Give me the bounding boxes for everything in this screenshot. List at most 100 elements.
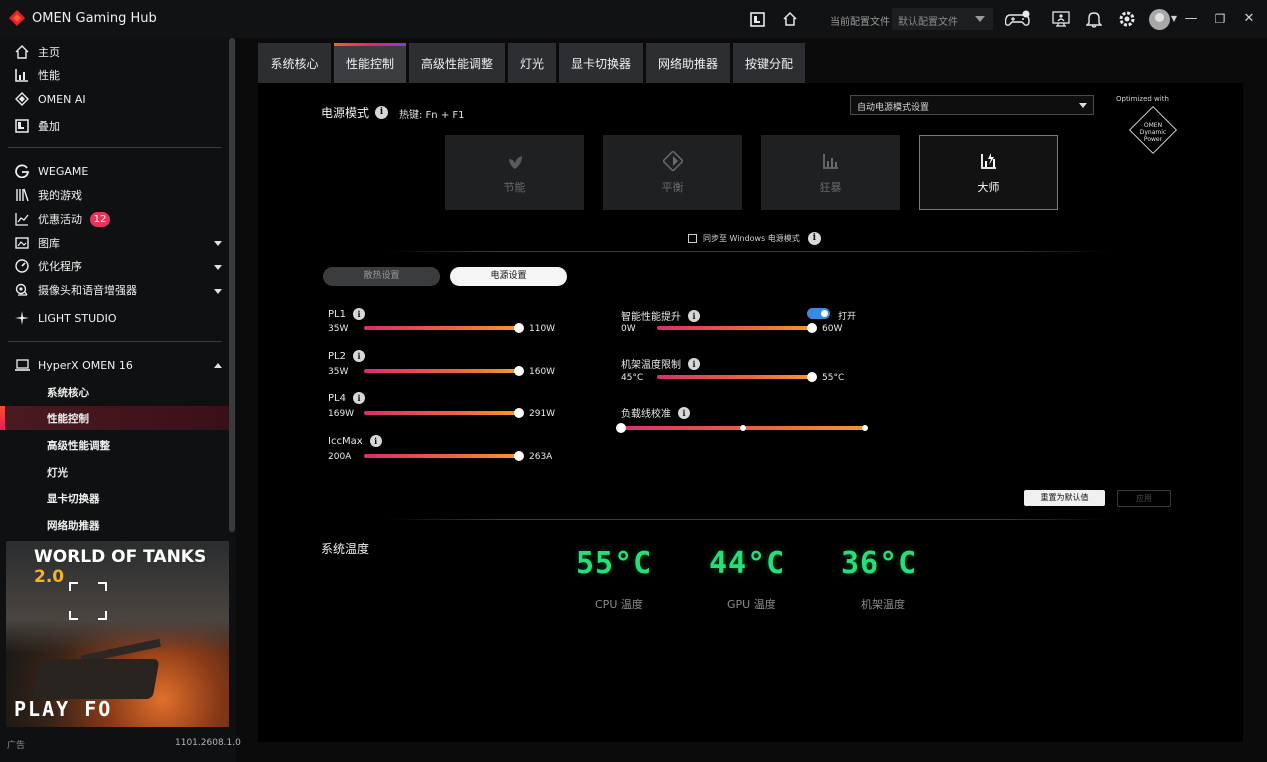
sidebar-item-overlay[interactable]: 叠加 <box>14 116 60 136</box>
wegame-icon <box>14 163 30 179</box>
power-settings-tab[interactable]: 电源设置 <box>450 267 567 286</box>
sidebar-item-home[interactable]: 主页 <box>14 42 60 62</box>
feedback-icon[interactable] <box>1051 9 1071 29</box>
tab-key-assignment[interactable]: 按键分配 <box>733 43 805 83</box>
auto-power-mode-select[interactable]: 自动电源模式设置 <box>850 95 1094 115</box>
mode-performance-card[interactable]: 狂暴 <box>761 135 900 210</box>
tab-label: 显卡切换器 <box>570 56 631 71</box>
chevron-up-icon[interactable] <box>214 363 222 368</box>
iccmax-slider-thumb[interactable] <box>514 451 524 461</box>
close-icon[interactable]: ✕ <box>1240 10 1258 28</box>
pl1-slider-track[interactable] <box>364 326 519 330</box>
pl2-slider-thumb[interactable] <box>514 366 524 376</box>
sidebar-item-omen-ai[interactable]: OMEN AI <box>14 89 86 109</box>
sidebar-item-optimizer[interactable]: 优化程序 <box>14 256 82 276</box>
pl1-slider-thumb[interactable] <box>514 323 524 333</box>
cooling-settings-tab[interactable]: 散热设置 <box>323 267 440 286</box>
sidebar-sub-system-core[interactable]: 系统核心 <box>47 385 89 400</box>
smart-boost-toggle[interactable] <box>807 308 830 319</box>
sidebar-active-highlight <box>0 406 229 430</box>
sidebar-item-device[interactable]: HyperX OMEN 16 <box>14 355 133 375</box>
pl2-min: 35W <box>328 367 349 377</box>
info-icon[interactable]: i <box>369 435 382 447</box>
title-bar: OMEN Gaming Hub 当前配置文件 默认配置文件 ▼ — ❐ ✕ <box>0 0 1267 38</box>
sync-windows-row[interactable]: 同步至 Windows 电源模式 i <box>688 232 821 245</box>
tab-advanced-tuning[interactable]: 高级性能调整 <box>409 43 505 83</box>
mode-label: 狂暴 <box>819 180 842 194</box>
info-icon[interactable]: i <box>375 106 389 119</box>
info-icon[interactable]: i <box>352 350 365 362</box>
smart-boost-slider-thumb[interactable] <box>807 323 817 333</box>
tab-system-core[interactable]: 系统核心 <box>258 43 331 83</box>
apply-button[interactable]: 应用 <box>1117 490 1171 507</box>
pl2-slider-track[interactable] <box>364 369 519 373</box>
tab-network-booster[interactable]: 网络助推器 <box>646 43 730 83</box>
ad-label: 广告 <box>7 741 26 751</box>
profile-select[interactable]: 默认配置文件 <box>892 8 993 30</box>
pl4-slider-track[interactable] <box>364 411 519 415</box>
section-divider <box>388 251 1108 252</box>
chassis-temp-slider-thumb[interactable] <box>807 372 817 382</box>
load-line-step-marker[interactable] <box>862 425 868 431</box>
mode-label: 大师 <box>977 180 1000 194</box>
chassis-temp-slider-track[interactable] <box>657 375 812 379</box>
controller-icon[interactable] <box>1005 9 1031 29</box>
info-icon[interactable]: i <box>352 308 365 320</box>
sidebar-divider <box>8 147 222 148</box>
ad-tank <box>32 659 160 699</box>
chassis-temp-max: 55°C <box>822 373 845 383</box>
sidebar-item-gallery[interactable]: 图库 <box>14 233 60 253</box>
sidebar-item-camera-voice[interactable]: 摄像头和语音增强器 <box>14 280 137 300</box>
chassis-temp-reading-label: 机架温度 <box>861 598 905 611</box>
chevron-down-icon[interactable] <box>214 241 222 246</box>
tab-performance-control[interactable]: 性能控制 <box>334 43 406 83</box>
chevron-down-icon[interactable] <box>214 289 222 294</box>
gpu-temp-label: GPU 温度 <box>727 598 776 611</box>
iccmax-slider-track[interactable] <box>364 454 519 458</box>
sidebar-sub-gpu-switcher[interactable]: 显卡切换器 <box>47 491 100 506</box>
mode-balanced-card[interactable]: 平衡 <box>603 135 742 210</box>
mode-eco-card[interactable]: 节能 <box>445 135 584 210</box>
gear-icon[interactable] <box>1117 9 1137 29</box>
overlay-icon[interactable] <box>747 9 767 29</box>
ad-banner[interactable]: WORLD OF TANKS 2.0 PLAY FO <box>6 541 229 727</box>
home-icon <box>14 44 30 60</box>
pl1-max: 110W <box>529 324 556 334</box>
sidebar-item-light-studio[interactable]: LIGHT STUDIO <box>14 308 117 328</box>
bell-icon[interactable] <box>1084 9 1104 29</box>
load-line-slider-thumb[interactable] <box>616 423 626 433</box>
info-icon[interactable]: i <box>352 392 365 404</box>
iccmax-min: 200A <box>328 452 352 462</box>
sidebar-item-label: 图库 <box>38 237 60 250</box>
sidebar-scrollbar[interactable] <box>229 38 235 532</box>
sidebar-item-my-games[interactable]: 我的游戏 <box>14 185 82 205</box>
tab-lighting[interactable]: 灯光 <box>508 43 556 83</box>
restore-icon[interactable]: ❐ <box>1211 10 1229 28</box>
load-line-step-marker[interactable] <box>740 425 746 431</box>
info-icon[interactable]: i <box>688 309 700 322</box>
tab-gpu-switcher[interactable]: 显卡切换器 <box>559 43 643 83</box>
smart-boost-slider-track[interactable] <box>657 326 812 330</box>
reset-default-button[interactable]: 重置为默认值 <box>1024 490 1105 506</box>
sidebar-sub-advanced-tuning[interactable]: 高级性能调整 <box>47 438 110 453</box>
sidebar-sub-network-booster[interactable]: 网络助推器 <box>47 518 100 533</box>
minimize-icon[interactable]: — <box>1182 10 1200 28</box>
pl4-slider-thumb[interactable] <box>514 408 524 418</box>
sidebar-sub-performance-control[interactable]: 性能控制 <box>47 411 89 426</box>
sync-windows-checkbox[interactable] <box>688 234 697 243</box>
sidebar-item-deals[interactable]: 优惠活动 12 <box>14 209 110 229</box>
info-icon[interactable]: i <box>678 406 690 419</box>
sidebar-item-performance[interactable]: 性能 <box>14 65 60 85</box>
mode-unleashed-card[interactable]: 大师 <box>919 135 1058 210</box>
sidebar-item-label: WEGAME <box>38 164 89 178</box>
chevron-down-icon[interactable]: ▼ <box>1165 10 1183 28</box>
chevron-down-icon[interactable] <box>214 265 222 270</box>
sidebar-sub-lighting[interactable]: 灯光 <box>47 465 68 480</box>
info-icon[interactable]: i <box>688 357 700 370</box>
home-icon[interactable] <box>780 9 800 29</box>
chevron-down-icon <box>975 16 985 22</box>
tab-label: 性能控制 <box>345 56 394 71</box>
sidebar-item-label: LIGHT STUDIO <box>38 311 117 325</box>
sidebar-item-wegame[interactable]: WEGAME <box>14 161 88 181</box>
info-icon[interactable]: i <box>807 232 821 245</box>
